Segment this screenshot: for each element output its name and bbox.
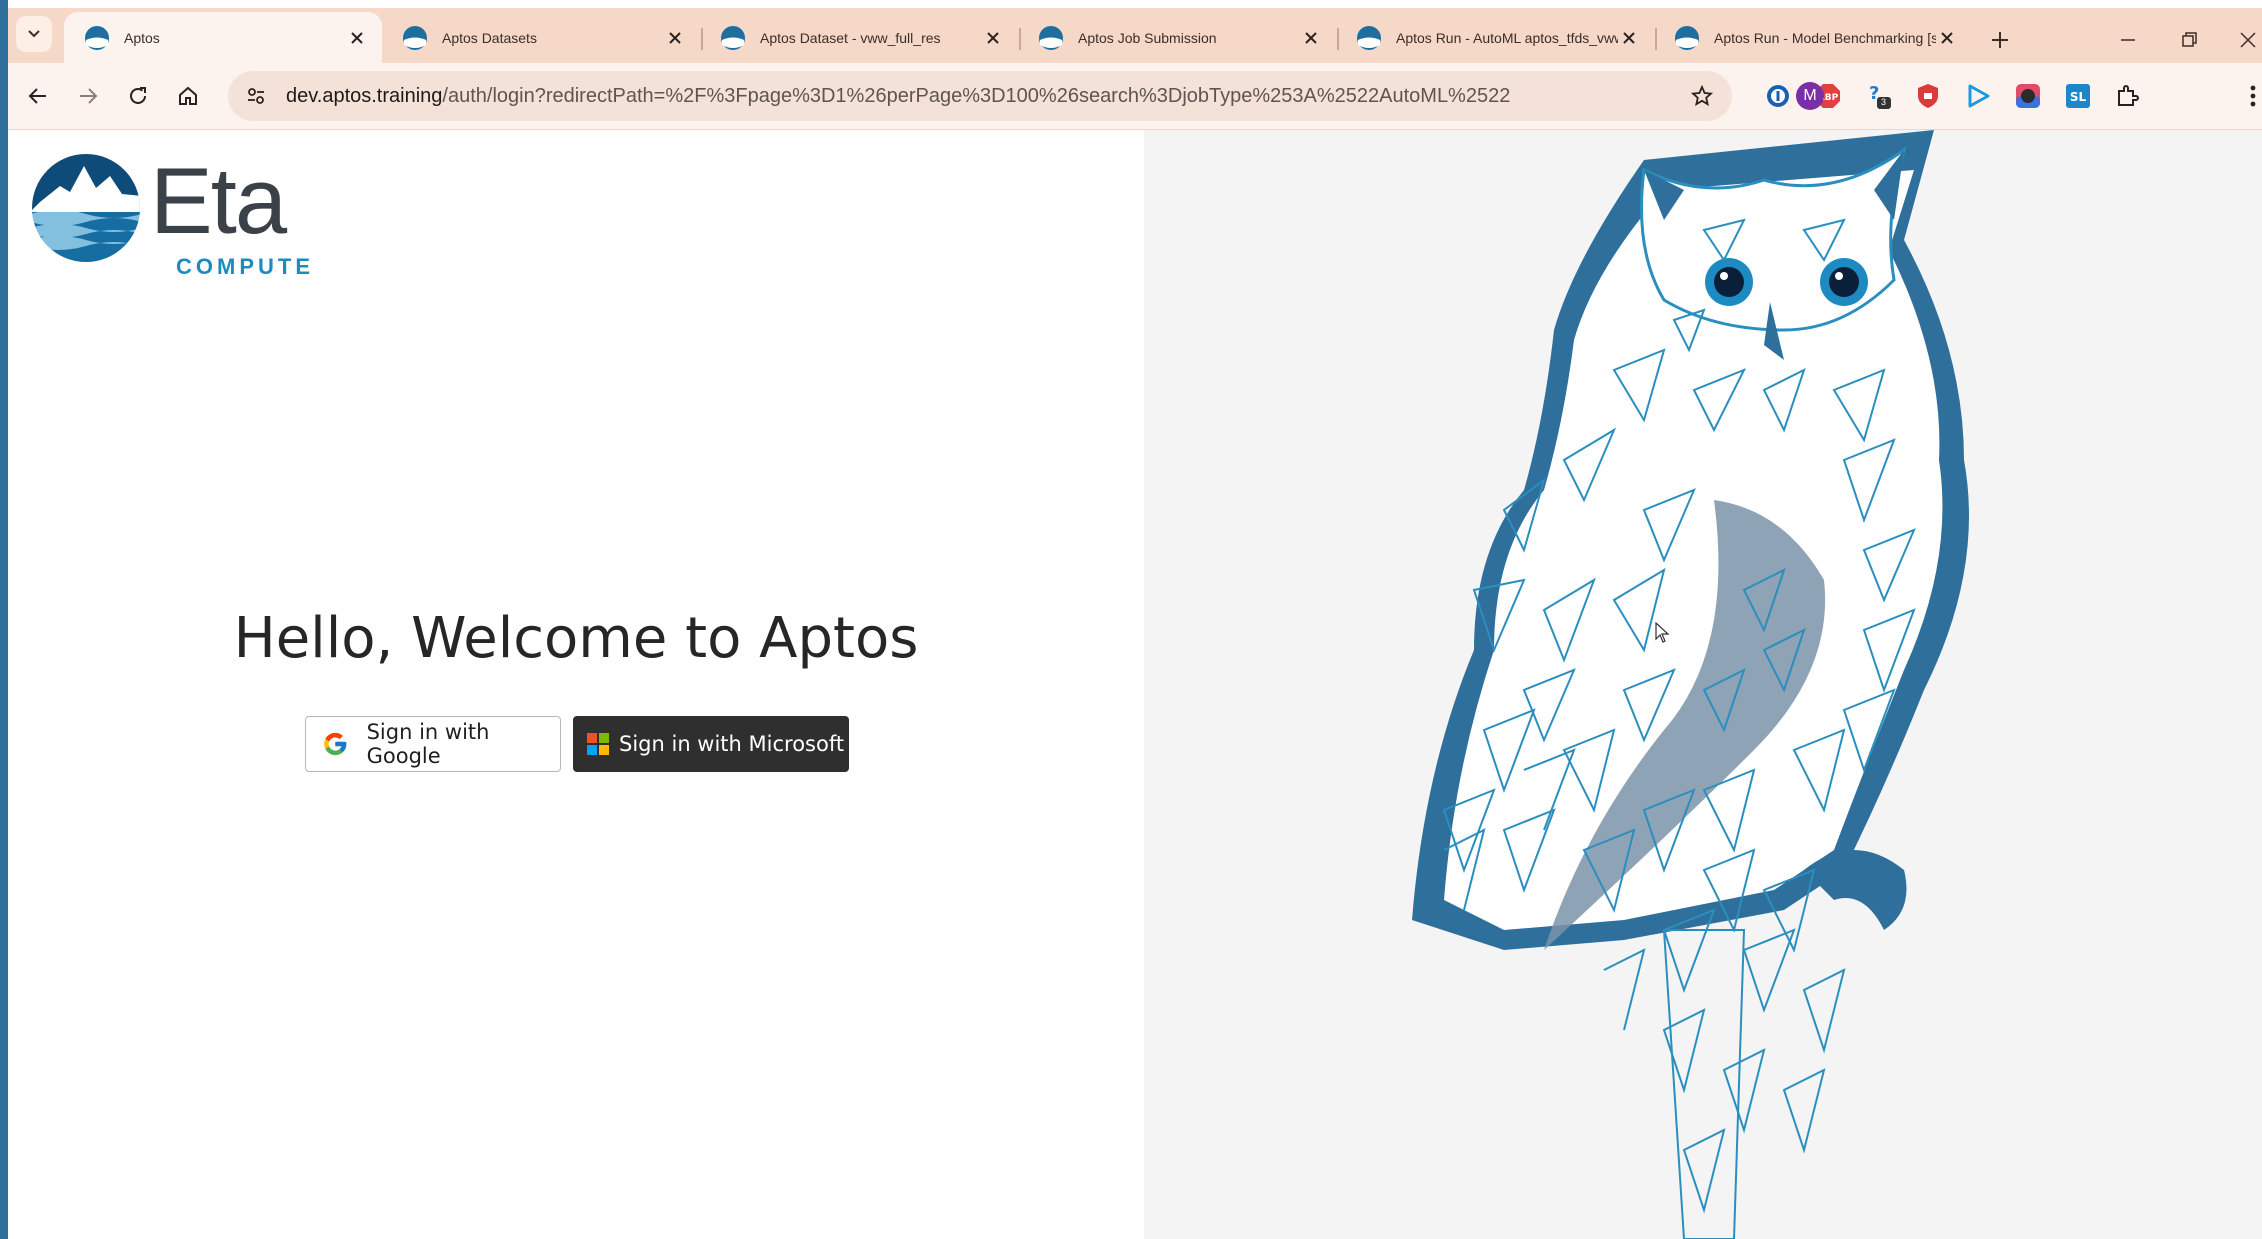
tab-title: Aptos Job Submission: [1078, 29, 1217, 46]
play-extension-icon[interactable]: [1960, 78, 1996, 114]
home-button[interactable]: [168, 76, 208, 116]
tab-title: Aptos Dataset - vww_full_res: [760, 29, 941, 46]
address-bar[interactable]: dev.aptos.training/auth/login?redirectPa…: [228, 71, 1732, 121]
tab-aptos-job-submission[interactable]: Aptos Job Submission: [1018, 12, 1336, 63]
svg-text:SL: SL: [2070, 90, 2087, 104]
close-icon[interactable]: [664, 27, 686, 49]
home-icon: [179, 86, 197, 105]
tab-aptos-run-benchmarking[interactable]: Aptos Run - Model Benchmarking [staging]: [1654, 12, 1972, 63]
profile-avatar[interactable]: M: [1796, 82, 1824, 110]
restore-button[interactable]: [2170, 22, 2210, 58]
close-window-button[interactable]: [2234, 22, 2262, 58]
minimize-button[interactable]: [2108, 22, 2148, 58]
aptos-favicon-icon: [85, 25, 109, 50]
chevron-down-icon: [28, 30, 40, 38]
tab-title: Aptos Datasets: [442, 29, 537, 46]
color-wheel-extension-icon[interactable]: [2010, 78, 2046, 114]
menu-kebab-icon[interactable]: [2244, 78, 2262, 114]
forward-button[interactable]: [68, 76, 108, 116]
eta-compute-logo: Eta COMPUTE: [30, 148, 310, 279]
google-icon: [324, 732, 347, 756]
welcome-heading: Hello, Welcome to Aptos: [233, 606, 919, 671]
tab-aptos-run-automl[interactable]: Aptos Run - AutoML aptos_tfds_vww on SIL: [1336, 12, 1654, 63]
google-button-label: Sign in with Google: [366, 720, 490, 768]
login-panel: Eta COMPUTE Hello, Welcome to Aptos Sign…: [8, 130, 1144, 1239]
aptos-favicon-icon: [721, 25, 745, 50]
brand-subtitle: COMPUTE: [176, 254, 314, 279]
browser-toolbar: dev.aptos.training/auth/login?redirectPa…: [8, 63, 2262, 130]
bookmark-button[interactable]: [1684, 78, 1720, 114]
close-icon[interactable]: [1936, 27, 1958, 49]
restore-icon: [2182, 32, 2197, 47]
arrow-left-icon: [28, 88, 46, 104]
arrow-right-icon: [80, 88, 98, 104]
reload-button[interactable]: [118, 76, 158, 116]
extension-badge: 3: [1881, 97, 1887, 107]
brand-wordmark: Eta: [150, 148, 287, 253]
close-icon[interactable]: [346, 27, 368, 49]
tab-aptos[interactable]: Aptos: [64, 12, 382, 63]
close-icon: [2240, 32, 2256, 48]
eta-wave-logo-icon: [32, 154, 140, 262]
microsoft-button-label: Sign in with Microsoft: [619, 732, 845, 756]
star-icon: [1691, 85, 1713, 107]
close-icon[interactable]: [982, 27, 1004, 49]
minimize-icon: [2121, 39, 2135, 41]
mouse-pointer-icon: [1655, 622, 1670, 643]
tab-title: Aptos: [124, 29, 160, 46]
new-tab-button[interactable]: [1982, 22, 2018, 58]
tab-title: Aptos Run - AutoML aptos_tfds_vww on SIL: [1396, 29, 1618, 46]
tab-search-button[interactable]: [16, 16, 52, 52]
translate-extension-icon[interactable]: ? 3: [1860, 78, 1896, 114]
tab-strip: Aptos Aptos Datasets Aptos Dataset - vww…: [8, 8, 2262, 63]
microsoft-icon: [587, 733, 609, 755]
tune-icon: [248, 88, 264, 104]
extensions-puzzle-icon[interactable]: [2110, 78, 2146, 114]
owl-illustration-icon: [1412, 130, 1969, 1239]
tab-title: Aptos Run - Model Benchmarking [staging]: [1714, 29, 1936, 46]
reload-icon: [130, 87, 146, 104]
sign-in-microsoft-button[interactable]: Sign in with Microsoft: [573, 716, 849, 772]
shield-extension-icon[interactable]: [1910, 78, 1946, 114]
password-manager-extension-icon[interactable]: [1760, 78, 1796, 114]
close-icon[interactable]: [1300, 27, 1322, 49]
browser-window: Aptos Aptos Datasets Aptos Dataset - vww…: [8, 0, 2262, 1239]
tab-aptos-dataset-vww[interactable]: Aptos Dataset - vww_full_res: [700, 12, 1018, 63]
aptos-favicon-icon: [1675, 25, 1699, 50]
sl-extension-icon[interactable]: SL: [2060, 78, 2096, 114]
aptos-favicon-icon: [403, 25, 427, 50]
back-button[interactable]: [18, 76, 58, 116]
plus-icon: [1992, 32, 2008, 48]
illustration-panel: [1144, 130, 2262, 1239]
tab-aptos-datasets[interactable]: Aptos Datasets: [382, 12, 700, 63]
sign-in-google-button[interactable]: Sign in with Google: [305, 716, 561, 772]
site-info-button[interactable]: [238, 78, 274, 114]
url-host: dev.aptos.training: [286, 85, 443, 107]
aptos-favicon-icon: [1039, 25, 1063, 50]
close-icon[interactable]: [1618, 27, 1640, 49]
url-text[interactable]: dev.aptos.training/auth/login?redirectPa…: [286, 71, 1510, 121]
aptos-favicon-icon: [1357, 25, 1381, 50]
url-path: /auth/login?redirectPath=%2F%3Fpage%3D1%…: [442, 85, 1511, 107]
